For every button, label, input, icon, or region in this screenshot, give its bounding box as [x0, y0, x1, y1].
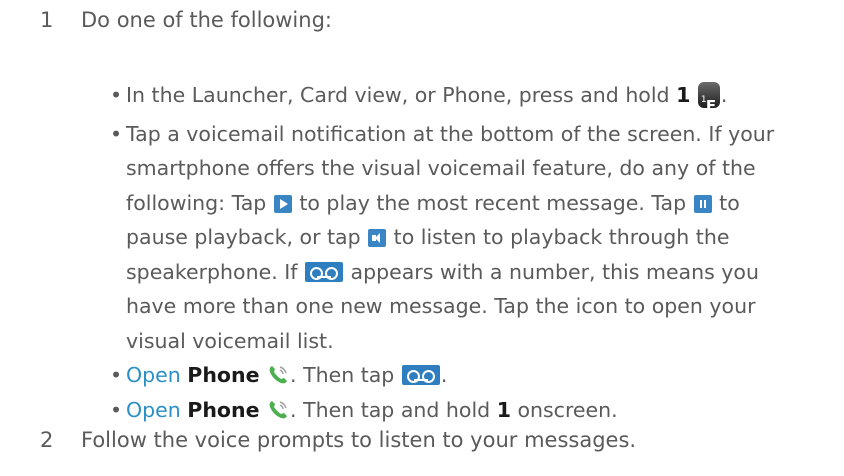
bullet-2-line-3c: to	[712, 190, 740, 215]
list-item: Open Phone . Then tap .	[110, 358, 840, 393]
list-item: Open Phone . Then tap and hold 1 onscree…	[110, 393, 840, 428]
key-label: 1	[676, 83, 691, 107]
phone-icon	[269, 400, 288, 418]
play-icon	[273, 194, 292, 213]
phone-app-name: Phone	[187, 363, 260, 387]
bullet-2-line-7: visual voicemail list.	[126, 328, 334, 353]
list-item: In the Launcher, Card view, or Phone, pr…	[110, 78, 840, 115]
speaker-icon	[368, 229, 387, 247]
bullet-2-line-1: Tap a voicemail notification at the bott…	[126, 121, 775, 146]
step-1-text: Do one of the following:	[81, 8, 332, 32]
voicemail-icon	[305, 261, 344, 282]
list-item: Tap a voicemail notification at the bott…	[110, 117, 840, 359]
bullet-2-line-3b: to play the most recent message. Tap	[292, 190, 693, 215]
bullet-2-line-2: smartphone offers the visual voicemail f…	[126, 156, 756, 180]
bullet-2-line-4a: pause playback, or tap	[126, 225, 368, 249]
bullet-4-end: onscreen.	[510, 397, 618, 422]
bullet-2-line-3a: following: Tap	[126, 190, 273, 215]
bullet-3-text: . Then tap	[290, 363, 401, 387]
key-label: 1	[496, 397, 511, 422]
key-1-e-icon: 1E	[697, 82, 720, 115]
bullet-2-line-6: have more than one new message. Tap the …	[126, 294, 756, 318]
bullet-2-line-4b: to listen to playback through the	[387, 225, 730, 249]
step-2-text: Follow the voice prompts to listen to yo…	[81, 428, 637, 452]
bullet-2-line-5a: speakerphone. If	[126, 259, 305, 284]
bullet-3-end: .	[440, 363, 448, 387]
bullet-4-text: . Then tap and hold	[290, 397, 497, 422]
step-number-2: 2	[40, 428, 54, 452]
bullet-1-text: In the Launcher, Card view, or Phone, pr…	[126, 83, 677, 107]
bullet-2-line-5b: appears with a number, this means you	[344, 259, 759, 284]
step-number-1: 1	[40, 8, 54, 32]
phone-app-name: Phone	[187, 397, 260, 422]
options-list: In the Launcher, Card view, or Phone, pr…	[110, 78, 840, 427]
phone-icon	[269, 366, 288, 384]
pause-icon	[693, 194, 712, 213]
bullet-1-end: .	[720, 83, 728, 107]
open-link[interactable]: Open	[126, 363, 181, 387]
voicemail-icon	[401, 365, 440, 385]
open-link[interactable]: Open	[126, 398, 181, 422]
